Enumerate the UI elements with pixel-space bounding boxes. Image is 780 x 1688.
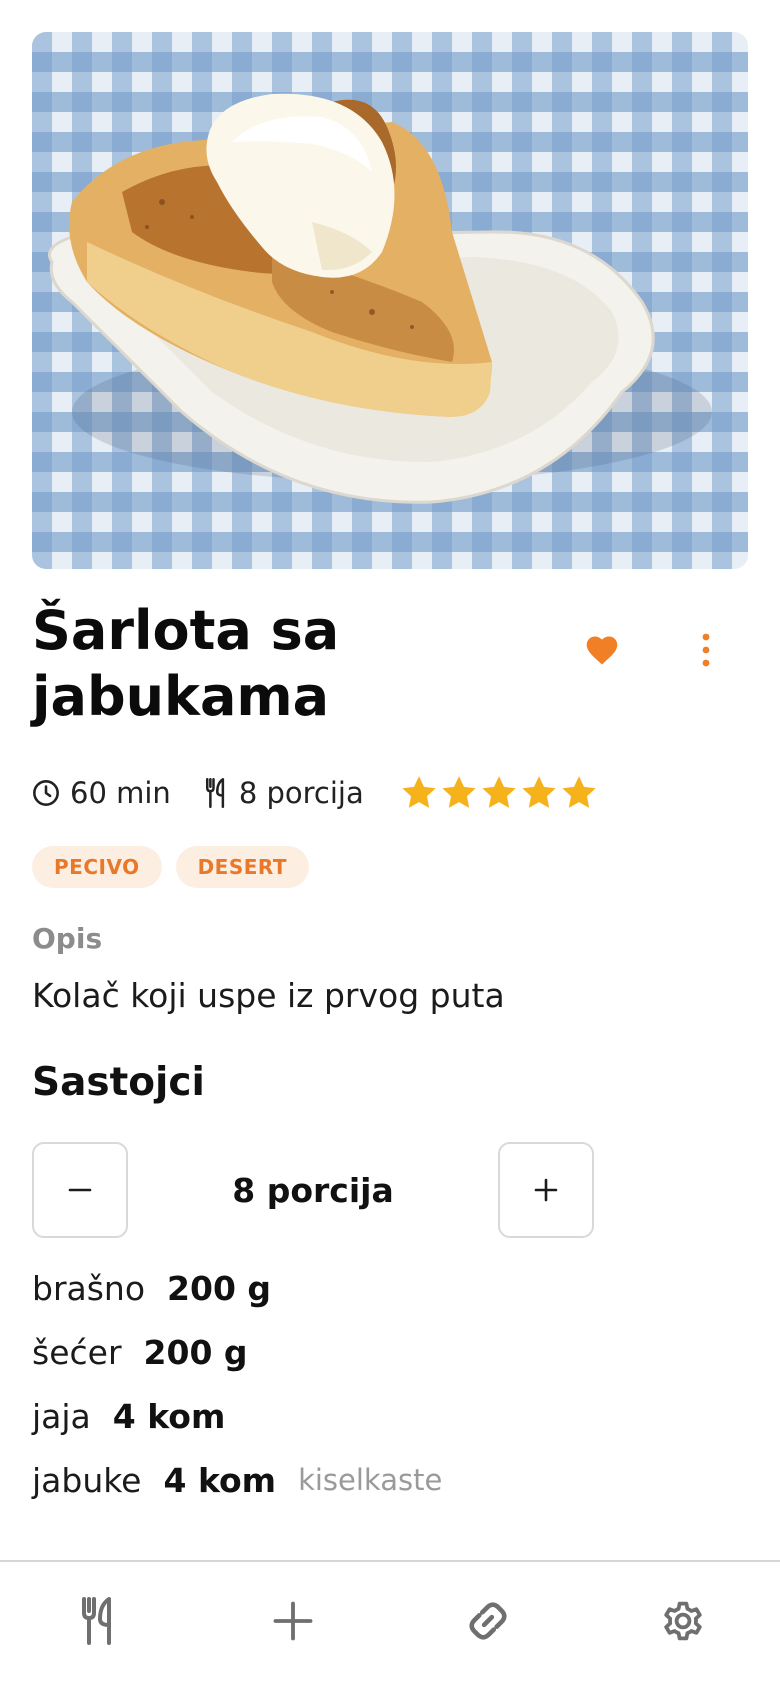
nav-import-link[interactable] [390, 1562, 585, 1688]
tag-chip[interactable]: DESERT [175, 846, 310, 888]
cook-time: 60 min [32, 776, 171, 810]
recipe-photo [32, 32, 748, 569]
recipe-photo-illustration [48, 93, 712, 504]
link-icon [468, 1602, 507, 1640]
ingredient-quantity: 4 kom [163, 1460, 277, 1500]
more-options-button[interactable] [684, 628, 728, 672]
favorite-button[interactable] [580, 628, 624, 672]
ingredient-note: kiselkaste [298, 1463, 443, 1497]
plus-icon [534, 1178, 558, 1202]
rating-stars [400, 775, 600, 811]
ingredient-name: brašno [32, 1268, 146, 1308]
fork-knife-icon [205, 778, 224, 808]
tag-chip[interactable]: PECIVO [32, 846, 162, 888]
ingredient-list: brašno 200 g šećer 200 g jaja 4 kom jabu… [32, 1256, 748, 1512]
nav-recipes[interactable] [0, 1562, 195, 1688]
ingredient-quantity: 200 g [167, 1268, 272, 1308]
servings-stepper-value: 8 porcija [232, 1170, 394, 1210]
star-icon [562, 776, 596, 808]
increase-servings-button[interactable] [498, 1142, 594, 1238]
ingredient-name: šećer [32, 1332, 122, 1372]
recipe-title: Šarlota sa jabukama [32, 599, 340, 728]
clock-icon [33, 780, 59, 806]
heart-icon [586, 636, 618, 665]
ingredient-row: šećer 200 g [32, 1320, 748, 1384]
more-vertical-icon [702, 633, 710, 667]
decrease-servings-button[interactable] [32, 1142, 128, 1238]
bottom-navigation [0, 1560, 780, 1688]
star-icon [522, 776, 556, 808]
ingredients-title: Sastojci [32, 1060, 205, 1105]
star-icon [482, 776, 516, 808]
fork-knife-icon [81, 1597, 111, 1645]
nav-settings[interactable] [585, 1562, 780, 1688]
ingredient-row: jabuke 4 kom kiselkaste [32, 1448, 748, 1512]
star-icon [402, 776, 436, 808]
ingredient-quantity: 4 kom [112, 1396, 226, 1436]
ingredient-name: jaja [32, 1396, 91, 1436]
description-text: Kolač koji uspe iz prvog puta [32, 976, 505, 1015]
plus-icon [273, 1601, 312, 1641]
cook-time-text: 60 min [70, 776, 171, 810]
minus-icon [68, 1188, 92, 1192]
ingredient-row: brašno 200 g [32, 1256, 748, 1320]
gear-icon [663, 1601, 702, 1641]
description-label: Opis [32, 922, 103, 955]
star-icon [442, 776, 476, 808]
ingredient-name: jabuke [32, 1460, 142, 1500]
servings-text: 8 porcija [238, 776, 364, 810]
recipe-meta: 60 min 8 porcija [32, 770, 600, 816]
tag-list: PECIVO DESERT [32, 846, 323, 888]
ingredient-row: jaja 4 kom [32, 1384, 748, 1448]
servings-info: 8 porcija [203, 776, 364, 810]
ingredient-quantity: 200 g [143, 1332, 248, 1372]
nav-add-recipe[interactable] [195, 1562, 390, 1688]
